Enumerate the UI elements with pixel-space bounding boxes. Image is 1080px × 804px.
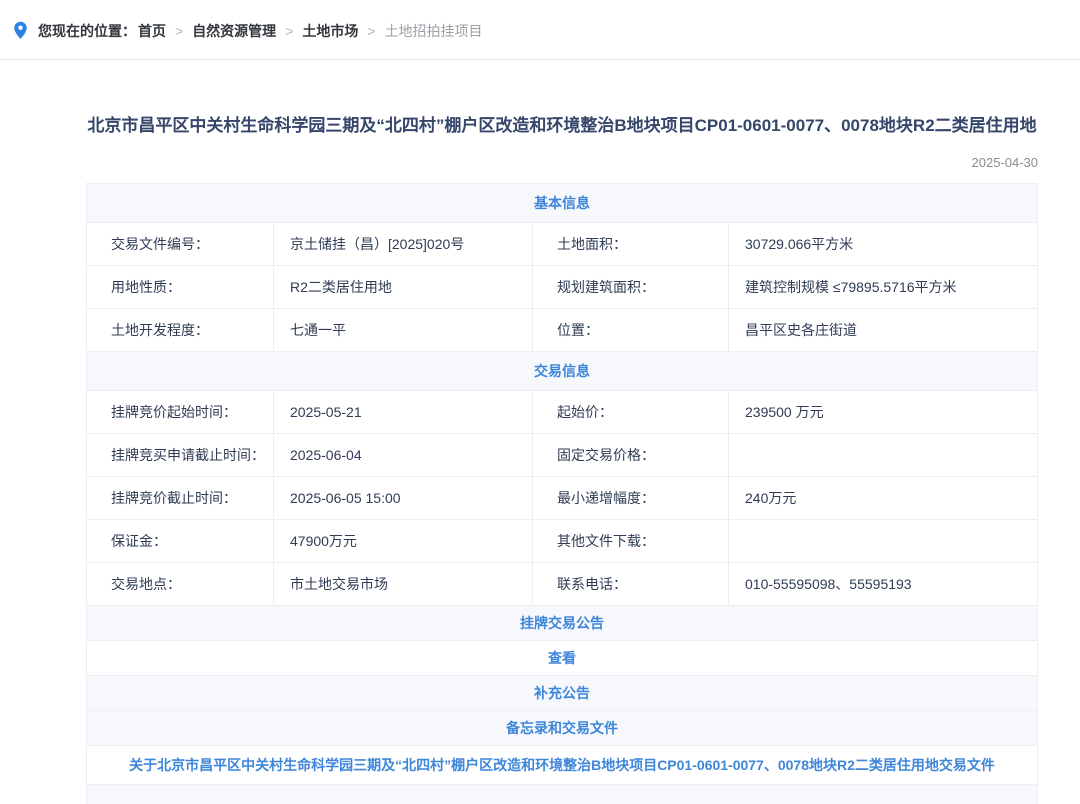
table-row: 交易文件编号： 京土储挂（昌）[2025]020号 土地面积： 30729.06…: [87, 223, 1038, 266]
breadcrumb-item-home[interactable]: 首页: [138, 23, 166, 39]
field-label: 其他文件下载：: [533, 520, 729, 563]
field-value: 30729.066平方米: [729, 223, 1038, 266]
table-section-row: 备忘录和交易文件: [87, 711, 1038, 746]
table-row: 挂牌竞价起始时间： 2025-05-21 起始价： 239500 万元: [87, 391, 1038, 434]
field-label: 挂牌竞买申请截止时间：: [87, 434, 274, 477]
table-section-row: 基本信息: [87, 184, 1038, 223]
table-row: 用地性质： R2二类居住用地 规划建筑面积： 建筑控制规模 ≤79895.571…: [87, 266, 1038, 309]
field-label: 用地性质：: [87, 266, 274, 309]
field-value: 市土地交易市场: [274, 563, 533, 606]
location-pin-icon: [13, 21, 28, 40]
field-value: [729, 520, 1038, 563]
field-label: 规划建筑面积：: [533, 266, 729, 309]
section-header-basic-info: 基本信息: [87, 184, 1038, 223]
field-value: 47900万元: [274, 520, 533, 563]
breadcrumb-item-land-market[interactable]: 土地市场: [302, 23, 358, 39]
table-section-row: 挂牌交易公告: [87, 606, 1038, 641]
main-content: 北京市昌平区中关村生命科学园三期及“北四村”棚户区改造和环境整治B地块项目CP0…: [86, 112, 1038, 804]
table-row: 土地开发程度： 七通一平 位置： 昌平区史各庄街道: [87, 309, 1038, 352]
header-divider: [0, 59, 1080, 60]
partial-next-section-row: [87, 785, 1038, 804]
field-value: 2025-05-21: [274, 391, 533, 434]
field-value: 2025-06-04: [274, 434, 533, 477]
table-row: 查看: [87, 641, 1038, 676]
field-label: 挂牌竞价截止时间：: [87, 477, 274, 520]
field-label: 起始价：: [533, 391, 729, 434]
table-row: 挂牌竞买申请截止时间： 2025-06-04 固定交易价格：: [87, 434, 1038, 477]
table-row: 关于北京市昌平区中关村生命科学园三期及“北四村”棚户区改造和环境整治B地块项目C…: [87, 746, 1038, 785]
field-value: 240万元: [729, 477, 1038, 520]
view-link[interactable]: 查看: [87, 641, 1038, 676]
field-label: 挂牌竞价起始时间：: [87, 391, 274, 434]
field-label: 交易文件编号：: [87, 223, 274, 266]
field-value: 239500 万元: [729, 391, 1038, 434]
breadcrumb-separator: >: [285, 23, 293, 39]
table-section-row: 交易信息: [87, 352, 1038, 391]
breadcrumb-separator: >: [367, 23, 375, 39]
table-row: 交易地点： 市土地交易市场 联系电话： 010-55595098、5559519…: [87, 563, 1038, 606]
section-header-transaction-info: 交易信息: [87, 352, 1038, 391]
field-value: R2二类居住用地: [274, 266, 533, 309]
field-label: 位置：: [533, 309, 729, 352]
table-row: 挂牌竞价截止时间： 2025-06-05 15:00 最小递增幅度： 240万元: [87, 477, 1038, 520]
memo-documents-header: 备忘录和交易文件: [87, 711, 1038, 746]
listing-announcement-header: 挂牌交易公告: [87, 606, 1038, 641]
field-label: 固定交易价格：: [533, 434, 729, 477]
breadcrumb-prefix: 您现在的位置：: [38, 23, 136, 39]
field-value: 2025-06-05 15:00: [274, 477, 533, 520]
table-section-row: 补充公告: [87, 676, 1038, 711]
field-label: 最小递增幅度：: [533, 477, 729, 520]
table-row: 保证金： 47900万元 其他文件下载：: [87, 520, 1038, 563]
field-label: 土地开发程度：: [87, 309, 274, 352]
field-value: [729, 434, 1038, 477]
partial-next-section-cell: [87, 785, 1038, 804]
supplementary-announcement-header: 补充公告: [87, 676, 1038, 711]
field-value: 昌平区史各庄街道: [729, 309, 1038, 352]
field-label: 保证金：: [87, 520, 274, 563]
field-value: 七通一平: [274, 309, 533, 352]
field-label: 交易地点：: [87, 563, 274, 606]
breadcrumb-separator: >: [175, 23, 183, 39]
field-label: 联系电话：: [533, 563, 729, 606]
breadcrumb-item-current-page: 土地招拍挂项目: [385, 23, 483, 39]
field-value: 010-55595098、55595193: [729, 563, 1038, 606]
breadcrumb-item-natural-resources[interactable]: 自然资源管理: [192, 23, 276, 39]
breadcrumb: 您现在的位置： 首页 > 自然资源管理 > 土地市场 > 土地招拍挂项目: [0, 0, 1080, 40]
field-value: 京土储挂（昌）[2025]020号: [274, 223, 533, 266]
field-value: 建筑控制规模 ≤79895.5716平方米: [729, 266, 1038, 309]
field-label: 土地面积：: [533, 223, 729, 266]
land-detail-table: 基本信息 交易文件编号： 京土储挂（昌）[2025]020号 土地面积： 307…: [86, 183, 1038, 804]
publish-date: 2025-04-30: [86, 155, 1038, 170]
transaction-document-link[interactable]: 关于北京市昌平区中关村生命科学园三期及“北四村”棚户区改造和环境整治B地块项目C…: [87, 746, 1038, 785]
page-title: 北京市昌平区中关村生命科学园三期及“北四村”棚户区改造和环境整治B地块项目CP0…: [86, 112, 1038, 140]
